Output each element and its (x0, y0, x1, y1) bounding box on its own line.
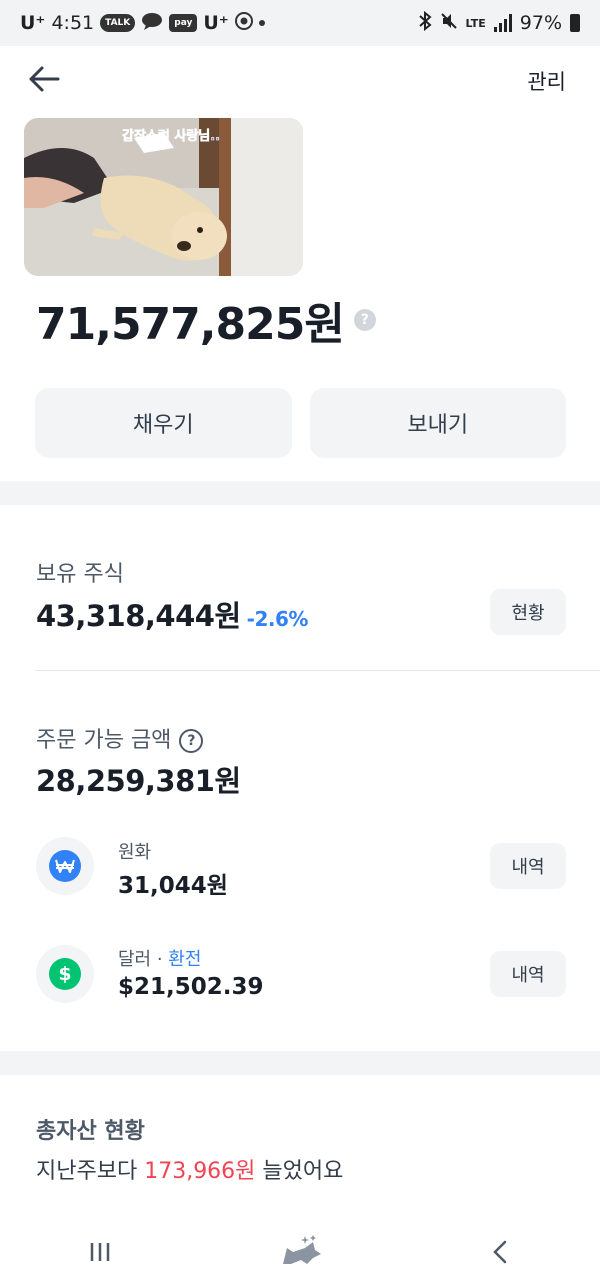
orderable-help-icon[interactable]: ? (179, 729, 204, 753)
dollar-name: 달러 (118, 949, 152, 970)
orderable-amount: 28,259,381원 (36, 764, 241, 798)
dollar-disc: $ (49, 958, 81, 990)
dog-photo-illustration: 갑작스런 사랑님.. (24, 118, 303, 276)
banner-caption: 갑작스런 사랑님.. (122, 128, 220, 144)
won-icon (36, 837, 94, 895)
signal-icon (493, 14, 512, 32)
assistant-button[interactable] (260, 1229, 340, 1279)
system-nav-bar (0, 1222, 600, 1286)
total-balance: 71,577,825원 (36, 299, 345, 350)
status-right: LTE 97% (418, 10, 580, 36)
summary-prefix: 지난주보다 (36, 1159, 145, 1184)
more-notifications-icon (258, 20, 265, 26)
balance-row: 71,577,825원 ? (36, 288, 376, 352)
carrier-label: U⁺ (20, 12, 46, 34)
dollar-history-button[interactable]: 내역 (490, 951, 566, 997)
talk-icon: TALK (100, 14, 136, 32)
won-history-button[interactable]: 내역 (490, 843, 566, 889)
status-left: U⁺ 4:51 TALK pay U⁺ (20, 11, 265, 35)
bluetooth-icon (418, 10, 432, 36)
top-header: 관리 (0, 46, 600, 116)
account-banner-photo[interactable]: 갑작스런 사랑님.. (24, 118, 303, 276)
dollar-icon: $ (36, 945, 94, 1003)
battery-percent: 97% (519, 12, 562, 34)
recent-apps-icon (88, 1241, 112, 1267)
stocks-row: 43,318,444원 -2.6% (36, 593, 308, 635)
status-bar: U⁺ 4:51 TALK pay U⁺ LTE 97% (0, 0, 600, 46)
stocks-label: 보유 주식 (36, 562, 124, 587)
clock: 4:51 (51, 12, 95, 34)
orderable-label-row: 주문 가능 금액? (36, 722, 204, 754)
total-assets-label[interactable]: 총자산 현황 (36, 1113, 145, 1145)
back-nav-button[interactable] (460, 1229, 540, 1279)
pay-icon: pay (169, 14, 198, 32)
stocks-status-button[interactable]: 현황 (490, 589, 566, 635)
recent-apps-button[interactable] (60, 1229, 140, 1279)
chat-bubble-icon (141, 12, 163, 35)
summary-suffix: 늘었어요 (255, 1159, 344, 1184)
divider (35, 670, 600, 671)
action-buttons: 채우기 보내기 (35, 388, 566, 458)
total-assets-summary: 지난주보다 173,966원 늘었어요 (36, 1153, 343, 1185)
arrow-left-icon (28, 65, 60, 97)
summary-change: 173,966원 (144, 1159, 256, 1184)
won-name: 원화 (118, 842, 152, 863)
lte-label: LTE (465, 16, 486, 30)
mute-icon (440, 12, 458, 35)
manage-button[interactable]: 관리 (517, 60, 576, 102)
dollar-amount: $21,502.39 (118, 974, 264, 1000)
exchange-link[interactable]: 환전 (168, 949, 201, 970)
section-divider (0, 481, 600, 505)
carrier-label-2: U⁺ (203, 12, 229, 34)
section-divider-2 (0, 1051, 600, 1075)
dollar-name-row: 달러 · 환전 (118, 945, 201, 971)
dollar-separator: · (151, 949, 169, 970)
stocks-change: -2.6% (246, 607, 309, 631)
send-button[interactable]: 보내기 (309, 388, 566, 458)
battery-icon (570, 14, 580, 32)
orderable-label: 주문 가능 금액 (36, 728, 172, 753)
won-amount: 31,044원 (118, 873, 228, 899)
balance-help-icon[interactable]: ? (353, 309, 376, 331)
chevron-left-icon (492, 1240, 508, 1268)
fill-button[interactable]: 채우기 (35, 388, 292, 458)
won-disc (49, 850, 81, 882)
fox-assistant-icon (277, 1234, 323, 1274)
stocks-amount: 43,318,444원 (36, 599, 241, 633)
back-button[interactable] (24, 61, 64, 101)
chrome-icon (234, 11, 253, 35)
